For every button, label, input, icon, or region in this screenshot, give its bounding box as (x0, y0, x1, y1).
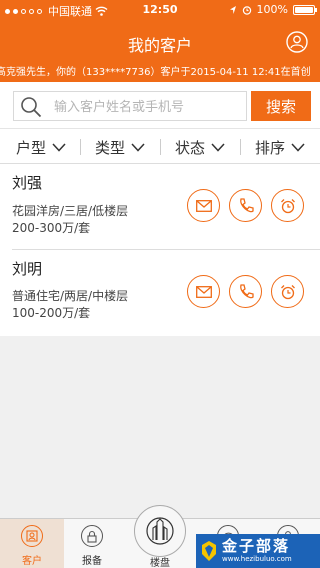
customer-budget: 100-200万/套 (12, 306, 91, 320)
tab-label: 楼盘 (150, 558, 170, 568)
chevron-down-icon (131, 142, 145, 152)
filter-divider (240, 139, 241, 155)
notice-marquee[interactable]: 高克强先生，你的（133****7736）客户于2015-04-11 12:41… (0, 64, 320, 82)
tab-properties[interactable] (134, 505, 186, 557)
tab-report[interactable]: 报备 (60, 519, 124, 568)
watermark-text: 金子部落 (222, 537, 291, 555)
customer-list: 刘强 花园洋房/三居/低楼层 200-300万/套 刘明 普通住宅/两居/中楼层… (0, 164, 320, 336)
watermark-logo-icon (202, 541, 216, 561)
battery-icon (293, 4, 317, 15)
filter-label: 排序 (255, 138, 286, 157)
reminder-button[interactable] (271, 189, 304, 222)
customer-icon (21, 525, 43, 547)
customer-budget: 200-300万/套 (12, 221, 91, 235)
message-button[interactable] (187, 275, 220, 308)
search-box[interactable] (13, 91, 247, 121)
envelope-icon (195, 199, 212, 212)
status-right: 100% (229, 3, 317, 16)
filter-label: 户型 (16, 138, 47, 157)
alarm-clock-icon (280, 284, 295, 299)
status-bar: 中国联通 12:50 100% (0, 0, 320, 20)
chevron-down-icon (52, 142, 66, 152)
customer-detail: 普通住宅/两居/中楼层 (12, 289, 129, 303)
reminder-button[interactable] (271, 275, 304, 308)
watermark-url: www.hezibuluo.com (222, 555, 292, 563)
customer-name: 刘明 (12, 260, 43, 278)
tab-label: 报备 (82, 556, 102, 567)
chevron-down-icon (291, 142, 305, 152)
list-item[interactable]: 刘强 花园洋房/三居/低楼层 200-300万/套 (0, 164, 320, 249)
filter-status[interactable]: 状态 (175, 129, 225, 165)
notice-text: 高克强先生，你的（133****7736）客户于2015-04-11 12:41… (0, 67, 311, 78)
customer-name: 刘强 (12, 174, 43, 192)
nav-bar: 我的客户 (0, 20, 320, 64)
battery-percent: 100% (256, 3, 288, 16)
filter-label: 状态 (175, 138, 206, 157)
tab-customers[interactable]: 客户 (0, 519, 64, 568)
chevron-down-icon (211, 142, 225, 152)
message-button[interactable] (187, 189, 220, 222)
filter-bar: 户型 类型 状态 排序 (0, 128, 320, 164)
filter-unit-type[interactable]: 户型 (16, 129, 66, 165)
lock-icon (81, 525, 103, 547)
envelope-icon (195, 285, 212, 298)
location-icon (229, 5, 236, 14)
site-watermark: 金子部落 www.hezibuluo.com (196, 534, 320, 568)
filter-sort[interactable]: 排序 (255, 129, 305, 165)
call-button[interactable] (229, 189, 262, 222)
alarm-icon (242, 5, 251, 15)
search-button[interactable]: 搜索 (251, 91, 311, 121)
call-button[interactable] (229, 275, 262, 308)
search-icon (21, 97, 42, 118)
battery-level (295, 6, 313, 13)
list-item[interactable]: 刘明 普通住宅/两居/中楼层 100-200万/套 (0, 250, 320, 335)
search-area: 搜索 (0, 82, 320, 128)
buildings-icon (146, 517, 174, 545)
filter-divider (160, 139, 161, 155)
customer-detail: 花园洋房/三居/低楼层 (12, 204, 129, 218)
alarm-clock-icon (280, 198, 295, 213)
phone-icon (239, 283, 254, 298)
tab-label: 客户 (22, 556, 42, 567)
filter-property-type[interactable]: 类型 (95, 129, 145, 165)
filter-divider (80, 139, 81, 155)
phone-icon (239, 197, 254, 212)
page-title: 我的客户 (127, 36, 192, 55)
filter-label: 类型 (95, 138, 126, 157)
search-input[interactable] (54, 97, 244, 117)
user-profile-icon[interactable] (286, 31, 308, 53)
